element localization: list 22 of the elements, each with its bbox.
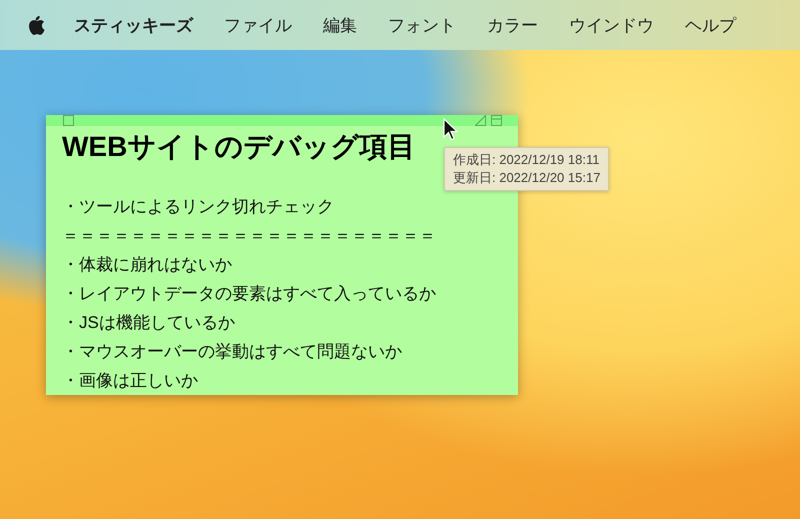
tooltip-text: 更新日: 2022/12/20 15:17 xyxy=(453,169,600,187)
note-text-line: ・画像は正しいか xyxy=(62,370,198,392)
resize-triangle-icon[interactable] xyxy=(475,115,486,126)
mouse-pointer-icon xyxy=(443,118,459,142)
note-text-line: ・JSは機能しているか xyxy=(62,312,235,334)
note-title: WEBサイトのデバッグ項目 xyxy=(62,130,416,164)
menu-item[interactable]: ヘルプ xyxy=(685,14,736,36)
note-text-line: ・ツールによるリンク切れチェック xyxy=(62,196,334,218)
menu-item[interactable]: ウインドウ xyxy=(569,14,654,36)
tooltip-text: 作成日: 2022/12/19 18:11 xyxy=(453,151,600,169)
menu-item[interactable]: フォント xyxy=(388,14,456,36)
apple-logo-icon[interactable] xyxy=(26,14,46,36)
menu-item[interactable]: カラー xyxy=(487,14,538,36)
app-menu[interactable]: スティッキーズ xyxy=(74,14,193,36)
note-text-line: ・マウスオーバーの挙動はすべて問題ないか xyxy=(62,341,402,363)
note-text-line: ・体裁に崩れはないか xyxy=(62,254,232,276)
menu-item[interactable]: ファイル xyxy=(224,14,292,36)
menu-item[interactable]: 編集 xyxy=(323,14,357,36)
note-text-line: ＝＝＝＝＝＝＝＝＝＝＝＝＝＝＝＝＝＝＝＝＝＝ xyxy=(62,225,436,247)
close-icon[interactable] xyxy=(63,115,74,126)
note-text-line: ・レイアウトデータの要素はすべて入っているか xyxy=(62,283,436,305)
collapse-icon[interactable] xyxy=(491,115,502,126)
